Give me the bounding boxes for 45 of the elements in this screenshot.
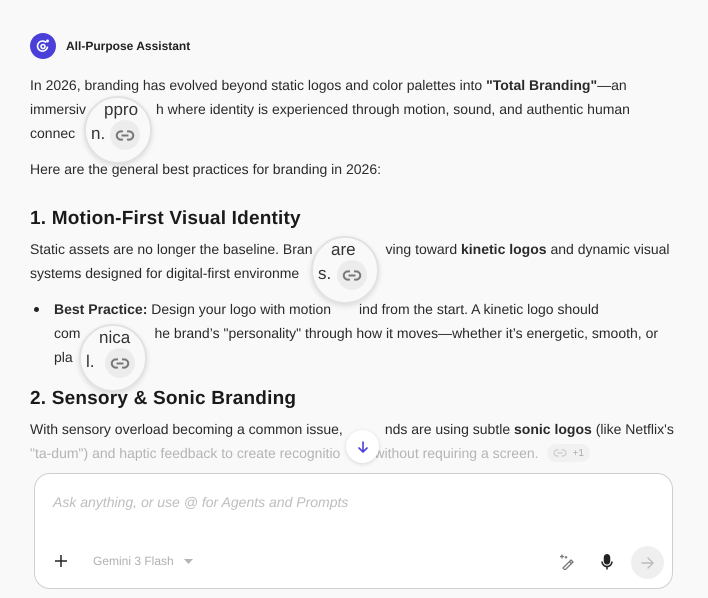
text-line: immersiv <box>30 100 86 118</box>
magnified-text: are <box>331 241 356 259</box>
magnified-text: l. <box>86 353 94 371</box>
arrow-down-icon <box>356 440 370 454</box>
magic-wand-icon <box>559 554 575 570</box>
assistant-name: All-Purpose Assistant <box>66 38 190 55</box>
text-line: nds are using subtle sonic logos (like Netflix's <box>384 420 674 439</box>
link-button[interactable] <box>337 260 367 290</box>
microphone-icon <box>601 554 613 570</box>
link-icon <box>552 449 567 457</box>
text-line: without requiring a screen. <box>374 444 539 463</box>
magnified-text: n. <box>91 125 106 143</box>
magnified-text: nica <box>99 329 130 347</box>
link-icon <box>110 358 130 368</box>
link-icon <box>115 130 135 140</box>
text-line: com <box>54 324 80 342</box>
assistant-avatar-icon <box>30 33 56 59</box>
text-line: ving toward kinetic logos and dynamic visual <box>386 240 670 259</box>
text-line: Here are the general best practices for branding in 2026: <box>30 160 381 179</box>
text-line: ind from the start. A kinetic logo should <box>359 300 599 319</box>
text-line: h where identity is experienced through motion, sound, and authentic human <box>156 100 630 119</box>
link-button[interactable] <box>110 120 140 150</box>
model-selector[interactable]: Gemini 3 Flash <box>93 552 193 570</box>
text-line: With sensory overload becoming a common issue, <box>30 420 343 439</box>
text-line: Static assets are no longer the baseline. Bran <box>30 240 313 259</box>
text-line: connec <box>30 124 76 142</box>
plus-icon <box>55 555 67 567</box>
text-line: he brand’s "personality" through how it moves—whether it’s energetic, smooth, or <box>154 324 658 343</box>
text-line: Best Practice: Design your logo with motion <box>54 300 332 319</box>
section-heading: 2. Sensory & Sonic Branding <box>30 387 298 411</box>
arrow-right-icon <box>641 556 654 568</box>
section-heading: 1. Motion-First Visual Identity <box>30 207 302 231</box>
caret-icon <box>184 558 193 564</box>
source-chip[interactable]: +1 <box>546 444 590 462</box>
magnified-text: s. <box>318 265 332 283</box>
magic-wand-button[interactable] <box>558 553 576 571</box>
bullet-icon <box>34 306 39 312</box>
text-line: In 2026, branding has evolved beyond static logos and color palettes into "Total Branding"—an <box>30 76 627 95</box>
text-line: systems designed for digital-first environme <box>30 264 300 283</box>
prompt-input-field[interactable]: Ask anything, or use @ for Agents and Prompts <box>49 488 659 518</box>
link-button[interactable] <box>105 348 135 378</box>
link-icon <box>342 270 362 280</box>
magnified-text: ppro <box>104 101 138 119</box>
text-line: "ta-dum") and haptic feedback to create recognitio <box>30 444 340 463</box>
text-line: pla <box>54 348 73 367</box>
